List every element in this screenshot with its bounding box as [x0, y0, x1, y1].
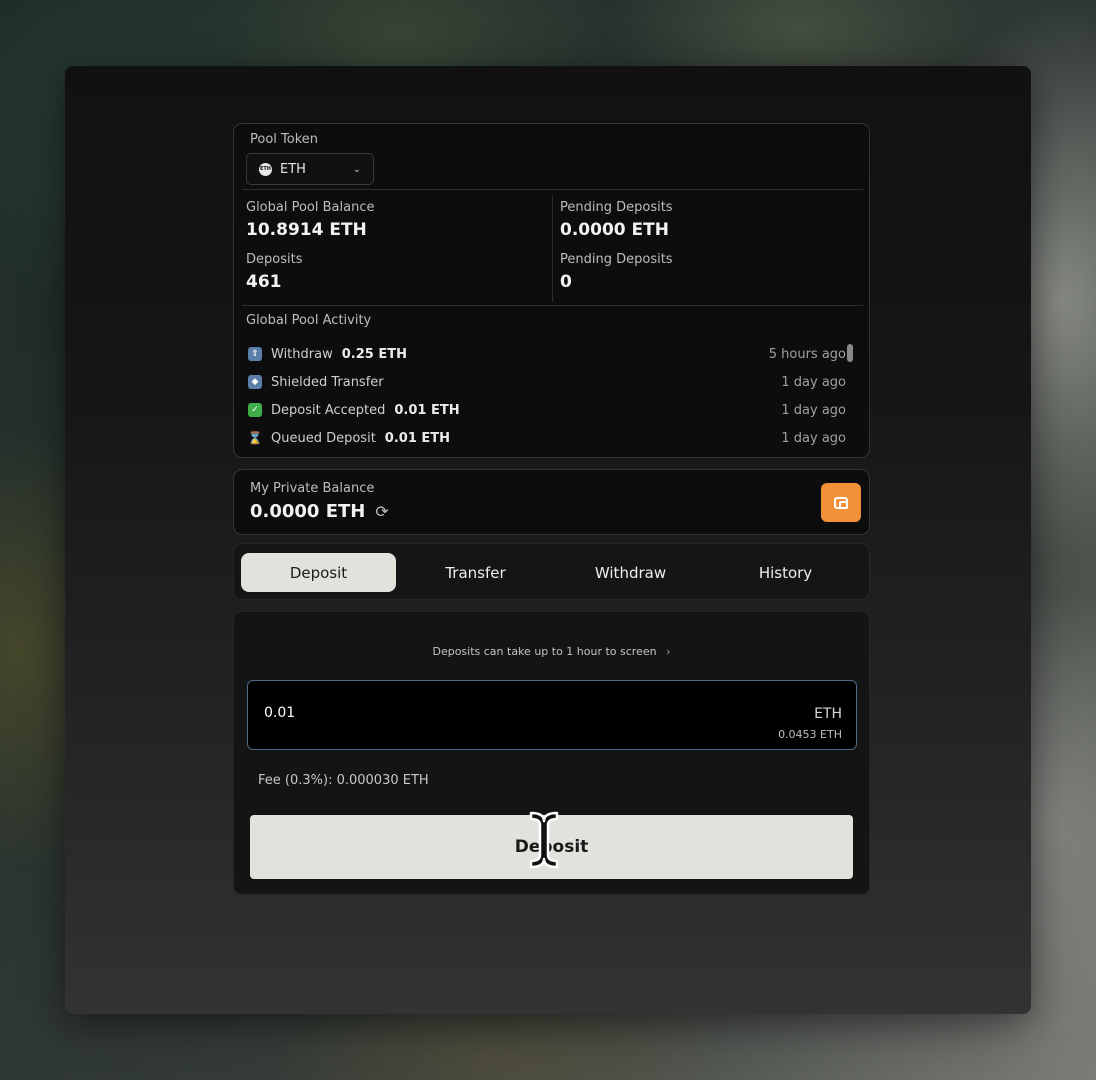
activity-time: 5 hours ago: [768, 346, 846, 362]
divider: [552, 196, 553, 302]
pool-info-card: Pool Token ETH ETH ⌄ Global Pool Balance…: [233, 123, 870, 458]
global-pool-balance-label: Global Pool Balance: [246, 200, 375, 215]
tab-deposit[interactable]: Deposit: [241, 553, 396, 592]
activity-type: Queued Deposit: [271, 430, 376, 446]
activity-time: 1 day ago: [781, 430, 846, 446]
token-select-value: ETH: [280, 161, 306, 177]
activity-time: 1 day ago: [781, 374, 846, 390]
activity-amount: 0.01 ETH: [394, 402, 460, 418]
wallet-button[interactable]: [821, 483, 861, 522]
activity-item: ⇧ Withdraw 0.25 ETH 5 hours ago: [248, 340, 846, 368]
private-balance-label: My Private Balance: [250, 481, 375, 496]
activity-amount: 0.25 ETH: [341, 346, 407, 362]
text-cursor-icon: [529, 811, 559, 869]
activity-type: Withdraw: [271, 346, 333, 362]
available-balance: 0.0453 ETH: [778, 728, 842, 741]
private-balance-row: 0.0000 ETH ⟳: [250, 501, 389, 522]
chevron-down-icon: ⌄: [352, 163, 361, 175]
deposits-count-value: 461: [246, 272, 282, 292]
check-icon: ✓: [248, 403, 262, 417]
global-pool-activity-label: Global Pool Activity: [246, 313, 372, 328]
activity-list[interactable]: ⇧ Withdraw 0.25 ETH 5 hours ago ◆ Shield…: [248, 340, 846, 452]
tab-history[interactable]: History: [708, 553, 863, 592]
pending-deposits-amount: Pending Deposits 0.0000 ETH: [560, 200, 673, 240]
refresh-icon[interactable]: ⟳: [375, 502, 388, 521]
global-pool-balance-value: 10.8914 ETH: [246, 220, 367, 240]
deposits-count: Deposits 461: [246, 252, 302, 292]
private-balance-card: My Private Balance 0.0000 ETH ⟳: [233, 469, 870, 535]
wallet-icon: [834, 496, 848, 509]
amount-field[interactable]: ETH 0.0453 ETH: [247, 680, 857, 750]
private-balance-value: 0.0000 ETH: [250, 501, 366, 522]
pending-deposits-count-label: Pending Deposits: [560, 252, 673, 267]
activity-time: 1 day ago: [781, 402, 846, 418]
amount-unit: ETH: [814, 706, 842, 722]
shield-icon: ◆: [248, 375, 262, 389]
activity-item: ⌛ Queued Deposit 0.01 ETH 1 day ago: [248, 424, 846, 452]
screening-notice[interactable]: Deposits can take up to 1 hour to screen…: [234, 645, 869, 658]
global-pool-balance: Global Pool Balance 10.8914 ETH: [246, 200, 374, 240]
action-tabs: Deposit Transfer Withdraw History: [233, 543, 870, 600]
tab-transfer[interactable]: Transfer: [398, 553, 553, 592]
pending-deposits-count: Pending Deposits 0: [560, 252, 673, 292]
chevron-right-icon: ›: [666, 645, 671, 658]
divider: [242, 305, 863, 306]
hourglass-icon: ⌛: [247, 431, 263, 445]
tab-withdraw[interactable]: Withdraw: [553, 553, 708, 592]
activity-amount: 0.01 ETH: [384, 430, 451, 446]
screening-notice-text: Deposits can take up to 1 hour to screen: [432, 645, 657, 658]
activity-type: Shielded Transfer: [271, 374, 384, 390]
fee-text: Fee (0.3%): 0.000030 ETH: [258, 773, 429, 788]
activity-item: ✓ Deposit Accepted 0.01 ETH 1 day ago: [248, 396, 846, 424]
pending-deposits-amount-label: Pending Deposits: [560, 200, 673, 215]
token-select[interactable]: ETH ETH ⌄: [246, 153, 374, 185]
amount-input[interactable]: [264, 705, 664, 721]
divider: [242, 189, 863, 190]
activity-scrollbar[interactable]: [847, 344, 853, 362]
activity-type: Deposit Accepted: [271, 402, 386, 418]
withdraw-icon: ⇧: [248, 347, 262, 361]
activity-item: ◆ Shielded Transfer 1 day ago: [248, 368, 846, 396]
pending-deposits-amount-value: 0.0000 ETH: [560, 220, 669, 240]
pending-deposits-count-value: 0: [560, 272, 572, 292]
eth-token-icon: ETH: [259, 162, 272, 176]
pool-token-label: Pool Token: [250, 132, 319, 147]
deposits-count-label: Deposits: [246, 252, 303, 267]
